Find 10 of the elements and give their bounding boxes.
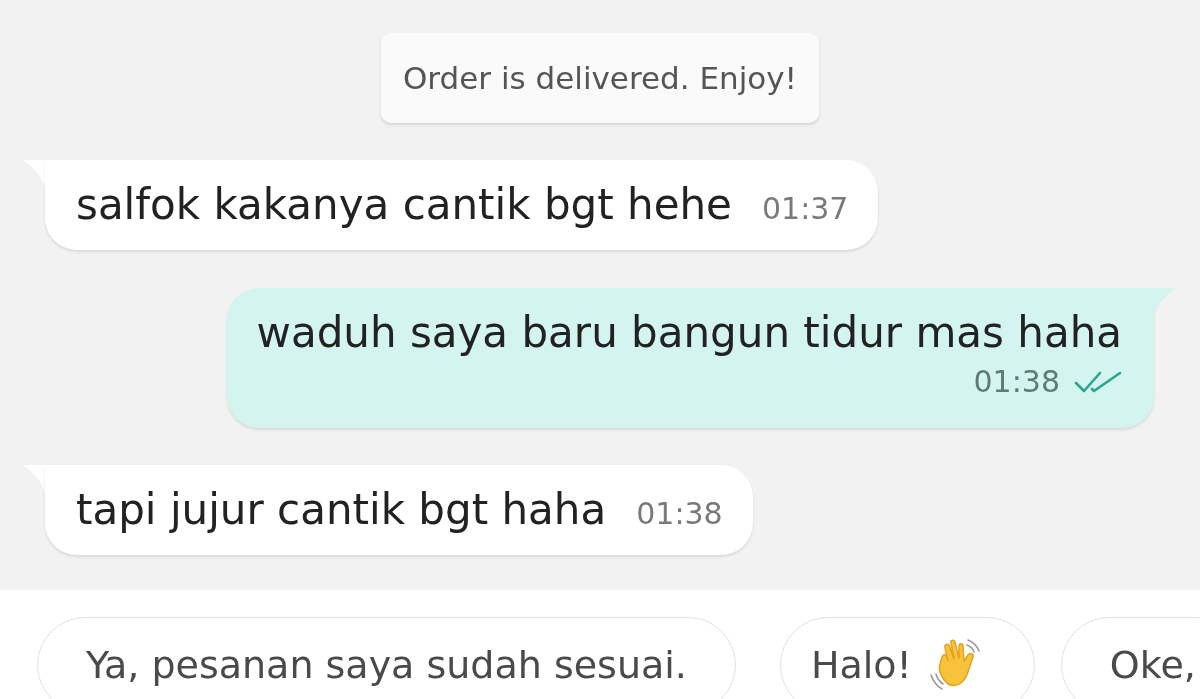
quick-reply-chip[interactable]: Ya, pesanan saya sudah sesuai. [37,617,736,699]
message-text: salfok kakanya cantik bgt hehe [76,180,732,230]
system-notice: Order is delivered. Enjoy! [380,33,820,123]
message-time: 01:38 [636,495,723,533]
message-text: waduh saya baru bangun tidur mas haha [256,308,1122,358]
message-text: tapi jujur cantik bgt haha [76,485,607,535]
message-time: 01:38 [973,363,1060,401]
quick-reply-chip[interactable]: Oke, [1060,617,1200,699]
message-time: 01:37 [761,190,849,228]
quick-reply-chip[interactable]: Halo! [779,617,1035,699]
